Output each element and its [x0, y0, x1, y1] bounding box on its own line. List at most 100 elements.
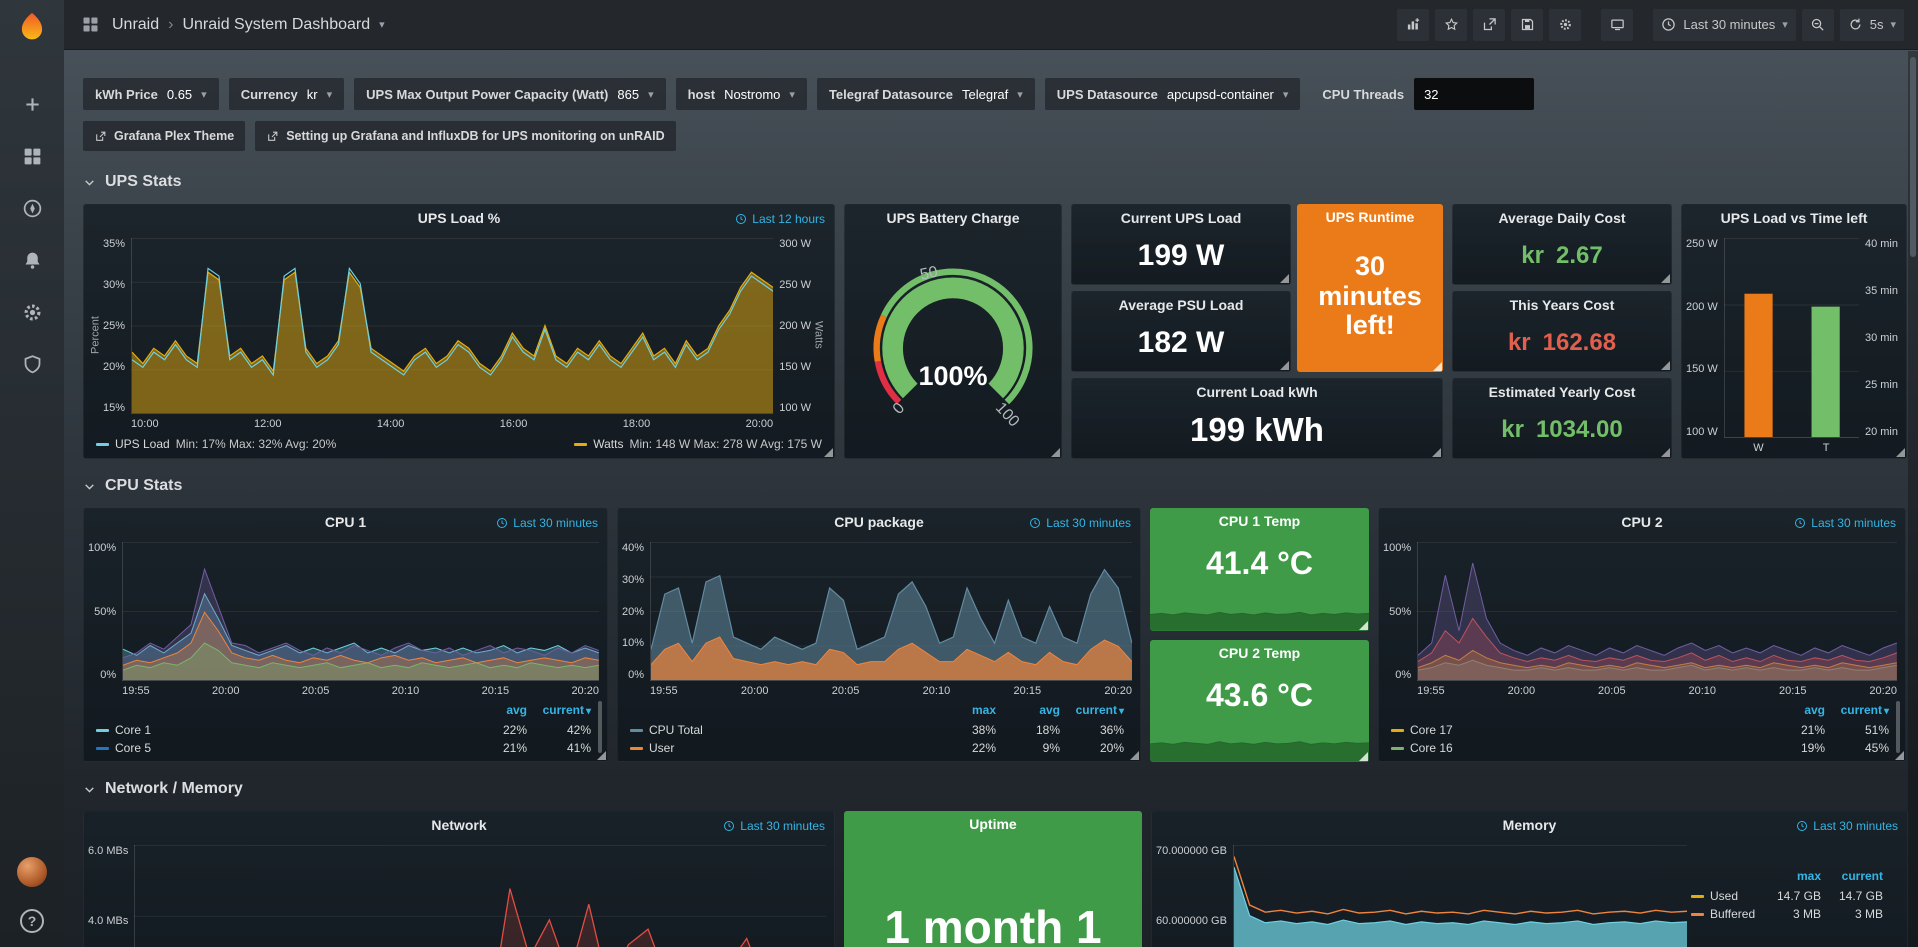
zoom-out-button[interactable] — [1802, 9, 1834, 41]
scrollbar-thumb[interactable] — [1910, 57, 1916, 257]
panel-title[interactable]: Network — [84, 812, 834, 839]
create-icon[interactable] — [20, 92, 44, 116]
tv-mode-button[interactable] — [1601, 9, 1633, 41]
explore-icon[interactable] — [20, 196, 44, 220]
legend-table: avgcurrent Core 1721%51% Core 1619%45% — [1379, 701, 1905, 761]
panel-cpu1: CPU 1 Last 30 minutes 100%50%0% 19:5520:… — [83, 508, 608, 762]
panel-cpu2-temp: CPU 2 Temp 43.6 °C — [1150, 640, 1369, 763]
panel-title[interactable]: UPS Runtime — [1297, 204, 1443, 231]
refresh-button[interactable]: 5s ▾ — [1840, 9, 1904, 41]
panel-current-load-kwh: Current Load kWh 199 kWh — [1071, 378, 1443, 459]
x-axis: 19:5520:0020:0520:1020:1520:20 — [1417, 681, 1897, 699]
help-icon[interactable]: ? — [20, 909, 44, 933]
series-swatch — [1691, 895, 1704, 898]
link-ups-monitoring-guide[interactable]: Setting up Grafana and InfluxDB for UPS … — [255, 121, 675, 151]
panel-title[interactable]: Average PSU Load — [1072, 292, 1290, 319]
section-cpu-stats[interactable]: CPU Stats — [83, 477, 1908, 495]
panel-title[interactable]: Memory — [1152, 812, 1907, 839]
series-swatch — [630, 729, 643, 732]
cpu1-plot[interactable] — [122, 542, 599, 681]
server-admin-shield-icon[interactable] — [20, 352, 44, 376]
panel-time-range[interactable]: Last 30 minutes — [1794, 516, 1896, 530]
bar-plot[interactable] — [1724, 238, 1859, 438]
variable-currency[interactable]: Currencykr▾ — [229, 78, 344, 110]
series-swatch — [1391, 747, 1404, 750]
panel-title[interactable]: Uptime — [844, 811, 1142, 838]
panel-time-range[interactable]: Last 30 minutes — [723, 819, 825, 833]
svg-text:0: 0 — [890, 400, 909, 418]
stat-value: 30 minutes left! — [1297, 231, 1443, 372]
panel-title[interactable]: CPU 2 Temp — [1150, 640, 1369, 667]
save-button[interactable] — [1511, 9, 1543, 41]
stat-value: 199 W — [1072, 232, 1290, 284]
network-plot[interactable] — [134, 845, 826, 947]
panel-current-ups-load: Current UPS Load 199 W — [1071, 204, 1291, 285]
breadcrumb-app[interactable]: Unraid — [112, 16, 159, 34]
page-title[interactable]: Unraid System Dashboard — [182, 16, 370, 34]
legend-scrollbar[interactable] — [1896, 701, 1900, 753]
temp-sparkline — [1150, 594, 1369, 631]
panel-title[interactable]: Current Load kWh — [1072, 379, 1442, 406]
stat-value: kr2.67 — [1453, 232, 1671, 284]
stat-value: kr1034.00 — [1453, 406, 1671, 458]
legend-item-ups-load[interactable]: UPS LoadMin: 17% Max: 32% Avg: 20% — [96, 437, 336, 451]
series-swatch — [1691, 913, 1704, 916]
variable-kwh-price[interactable]: kWh Price0.65▾ — [83, 78, 219, 110]
panel-title[interactable]: CPU 1 Temp — [1150, 508, 1369, 535]
dashboard-content: kWh Price0.65▾ Currencykr▾ UPS Max Outpu… — [64, 50, 1918, 947]
panel-title[interactable]: Current UPS Load — [1072, 205, 1290, 232]
panel-title[interactable]: UPS Load % — [84, 205, 834, 232]
panel-title[interactable]: UPS Battery Charge — [845, 205, 1061, 232]
ups-stats-row: UPS Load % Last 12 hours Percent 35%30%2… — [83, 204, 1908, 459]
legend-scrollbar[interactable] — [598, 701, 602, 753]
dashboard-dropdown-caret-icon[interactable]: ▾ — [379, 18, 385, 31]
alerting-bell-icon[interactable] — [20, 248, 44, 272]
panel-title[interactable]: Average Daily Cost — [1453, 205, 1671, 232]
settings-gear-button[interactable] — [1549, 9, 1581, 41]
time-range-picker[interactable]: Last 30 minutes ▾ — [1653, 9, 1795, 41]
section-ups-stats[interactable]: UPS Stats — [83, 173, 1908, 191]
grafana-logo-icon[interactable] — [14, 10, 50, 46]
section-network-memory[interactable]: Network / Memory — [83, 780, 1908, 798]
cpu-stats-row: CPU 1 Last 30 minutes 100%50%0% 19:5520:… — [83, 508, 1908, 762]
cpu2-plot[interactable] — [1417, 542, 1897, 681]
chevron-down-icon — [83, 480, 96, 493]
apps-grid-icon[interactable] — [78, 13, 102, 37]
svg-text:50: 50 — [919, 263, 940, 283]
panel-time-range[interactable]: Last 12 hours — [735, 212, 825, 226]
cpu-package-plot[interactable] — [650, 542, 1132, 681]
legend-row: Core 1721%51% — [1391, 723, 1889, 737]
share-button[interactable] — [1473, 9, 1505, 41]
sidebar: ? — [0, 0, 64, 947]
gauge-value: 100% — [845, 361, 1061, 392]
legend-table: maxcurrent Used14.7 GB14.7 GB Buffered3 … — [1687, 845, 1899, 947]
y-axis-right: 40 min35 min30 min25 min20 min — [1859, 238, 1898, 456]
dashboards-icon[interactable] — [20, 144, 44, 168]
variable-host[interactable]: hostNostromo▾ — [676, 78, 807, 110]
y-axis-left: 250 W200 W150 W100 W — [1686, 238, 1724, 456]
configuration-gear-icon[interactable] — [20, 300, 44, 324]
topbar: Unraid › Unraid System Dashboard ▾ Last … — [64, 0, 1918, 50]
ups-load-plot[interactable] — [131, 238, 773, 414]
user-avatar[interactable] — [17, 857, 47, 887]
page-scrollbar[interactable] — [1908, 51, 1918, 947]
variable-ups-datasource[interactable]: UPS Datasourceapcupsd-container▾ — [1045, 78, 1301, 110]
add-panel-button[interactable] — [1397, 9, 1429, 41]
memory-plot[interactable] — [1233, 845, 1687, 947]
variable-ups-max-output[interactable]: UPS Max Output Power Capacity (Watt)865▾ — [354, 78, 665, 110]
panel-title[interactable]: Estimated Yearly Cost — [1453, 379, 1671, 406]
star-button[interactable] — [1435, 9, 1467, 41]
panel-title[interactable]: UPS Load vs Time left — [1682, 205, 1906, 232]
chevron-down-icon: ▾ — [1283, 88, 1289, 101]
panel-time-range[interactable]: Last 30 minutes — [1029, 516, 1131, 530]
clock-icon — [1029, 517, 1041, 529]
cpu-threads-input[interactable] — [1414, 78, 1534, 110]
legend-item-watts[interactable]: WattsMin: 148 W Max: 278 W Avg: 175 W — [574, 437, 822, 451]
panel-time-range[interactable]: Last 30 minutes — [1796, 819, 1898, 833]
refresh-icon — [1848, 17, 1863, 32]
link-grafana-plex-theme[interactable]: Grafana Plex Theme — [83, 121, 245, 151]
panel-title[interactable]: This Years Cost — [1453, 292, 1671, 319]
variable-telegraf-datasource[interactable]: Telegraf DatasourceTelegraf▾ — [817, 78, 1035, 110]
panel-time-range[interactable]: Last 30 minutes — [496, 516, 598, 530]
external-link-icon — [266, 130, 279, 143]
